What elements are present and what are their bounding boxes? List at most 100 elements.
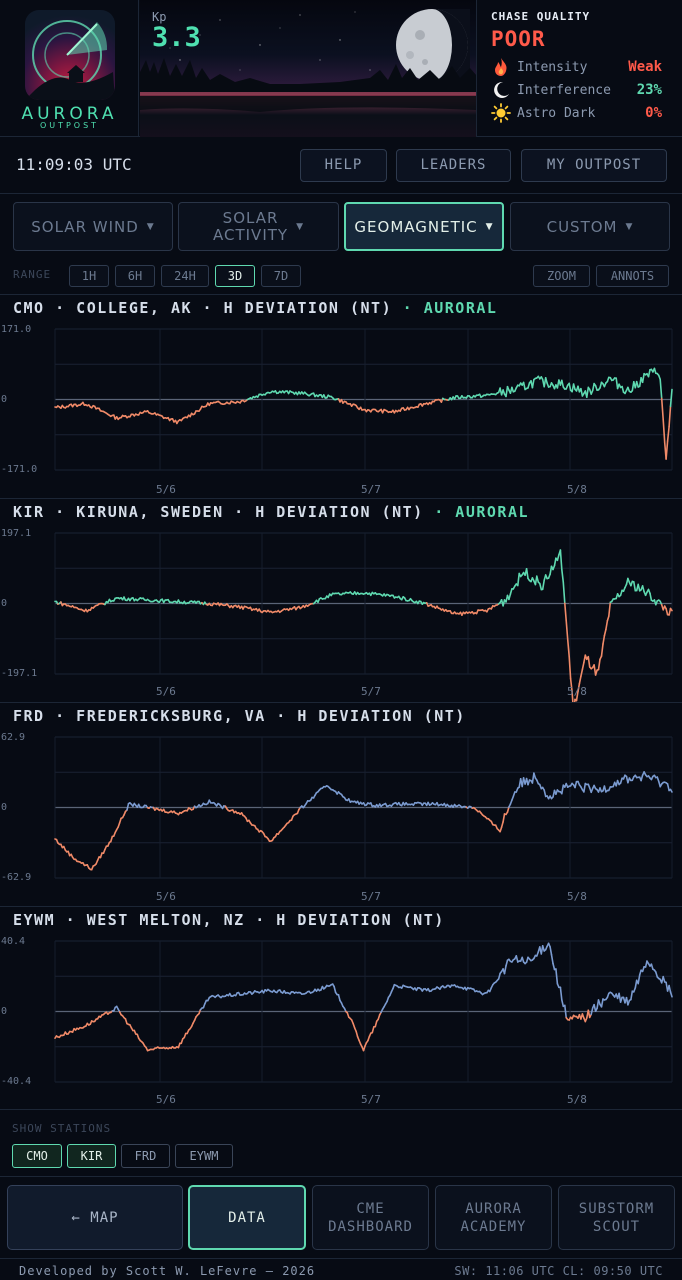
y-tick-label: -62.9 bbox=[1, 872, 32, 883]
help-button[interactable]: HELP bbox=[300, 149, 387, 182]
tab-solar-activity-line1: SOLAR bbox=[222, 208, 279, 227]
x-tick-label: 5/8 bbox=[567, 483, 587, 496]
range-3d-button[interactable]: 3D bbox=[215, 265, 255, 287]
series-line-segment bbox=[581, 661, 585, 671]
cme-dashboard-button[interactable]: CME DASHBOARD bbox=[312, 1185, 429, 1250]
series-line-segment bbox=[550, 953, 554, 965]
series-line-segment bbox=[560, 999, 565, 1008]
substorm-scout-line2: SCOUT bbox=[592, 1218, 641, 1235]
intensity-label: Intensity bbox=[517, 60, 588, 75]
tab-solar-activity[interactable]: SOLAR ACTIVITY ▼ bbox=[178, 202, 339, 251]
range-24h-button[interactable]: 24H bbox=[161, 265, 209, 287]
series-line-segment bbox=[580, 668, 584, 678]
range-6h-button[interactable]: 6H bbox=[115, 265, 155, 287]
series-line-segment bbox=[668, 405, 672, 428]
series-line-segment bbox=[666, 425, 670, 442]
series-line-segment bbox=[541, 579, 546, 591]
series-line-segment bbox=[665, 440, 669, 460]
show-stations-label: SHOW STATIONS bbox=[12, 1122, 112, 1135]
tab-custom[interactable]: CUSTOM ▼ bbox=[510, 202, 670, 251]
range-7d-button[interactable]: 7D bbox=[261, 265, 301, 287]
chart-cmo[interactable]: CMO · COLLEGE, AK · H DEVIATION (NT) · A… bbox=[0, 294, 682, 498]
series-line-segment bbox=[590, 1007, 594, 1016]
series-line-segment bbox=[621, 385, 625, 393]
series-line-segment bbox=[647, 369, 651, 378]
footer: Developed by Scott W. LeFevre — 2026 SW:… bbox=[0, 1258, 682, 1280]
series-line-segment bbox=[563, 602, 568, 622]
x-tick-label: 5/6 bbox=[156, 890, 176, 903]
station-toggle-eywm[interactable]: EYWM bbox=[175, 1144, 233, 1168]
station-toggle-cmo[interactable]: CMO bbox=[12, 1144, 62, 1168]
series-line-segment bbox=[660, 397, 665, 421]
series-line-segment bbox=[574, 780, 578, 789]
chart-kir[interactable]: KIR · KIRUNA, SWEDEN · H DEVIATION (NT) … bbox=[0, 498, 682, 703]
series-line-segment bbox=[505, 959, 509, 967]
cme-dashboard-label: CME DASHBOARD bbox=[328, 1200, 413, 1236]
series-line-segment bbox=[502, 813, 506, 823]
substorm-scout-button[interactable]: SUBSTORM SCOUT bbox=[558, 1185, 675, 1250]
chevron-down-icon: ▼ bbox=[625, 221, 634, 232]
series-line-segment bbox=[503, 964, 507, 975]
aurora-academy-button[interactable]: AURORA ACADEMY bbox=[435, 1185, 552, 1250]
x-tick-label: 5/7 bbox=[361, 1093, 381, 1106]
radar-logo-icon bbox=[25, 10, 115, 100]
series-line-segment bbox=[522, 381, 526, 391]
y-tick-label: 0 bbox=[1, 394, 8, 405]
astro-dark-label: Astro Dark bbox=[517, 106, 596, 121]
tab-solar-wind-label: SOLAR WIND bbox=[31, 217, 139, 236]
time-nav-bar: 11:09:03 UTC HELP LEADERS MY OUTPOST bbox=[0, 137, 682, 194]
astro-dark-row: Astro Dark 0% bbox=[491, 103, 676, 123]
tab-solar-activity-label: SOLAR ACTIVITY bbox=[213, 208, 288, 244]
chart-cmo-title-text: CMO · COLLEGE, AK · H DEVIATION (NT) bbox=[13, 299, 393, 317]
y-tick-label: -171.0 bbox=[1, 464, 38, 475]
chart-kir-title-text: KIR · KIRUNA, SWEDEN · H DEVIATION (NT) bbox=[13, 503, 424, 521]
header: AURORA OUTPOST Kp 3.3 CHASE QUALITY POOR bbox=[0, 0, 682, 137]
chart-eywm[interactable]: EYWM · WEST MELTON, NZ · H DEVIATION (NT… bbox=[0, 906, 682, 1109]
chart-frd-title: FRD · FREDERICKSBURG, VA · H DEVIATION (… bbox=[13, 707, 466, 725]
leaders-button[interactable]: LEADERS bbox=[396, 149, 511, 182]
my-outpost-button[interactable]: MY OUTPOST bbox=[521, 149, 667, 182]
series-line-segment bbox=[665, 607, 669, 616]
data-button[interactable]: DATA bbox=[188, 1185, 306, 1250]
series-line-segment bbox=[635, 380, 640, 388]
chart-kir-title: KIR · KIRUNA, SWEDEN · H DEVIATION (NT) … bbox=[13, 503, 529, 521]
chart-frd[interactable]: FRD · FREDERICKSBURG, VA · H DEVIATION (… bbox=[0, 702, 682, 906]
series-line-segment bbox=[572, 383, 576, 391]
sky-scene-illustration bbox=[140, 9, 476, 112]
y-tick-label: 0 bbox=[1, 598, 8, 609]
annotations-button[interactable]: ANNOTS bbox=[596, 265, 669, 287]
tab-geomagnetic[interactable]: GEOMAGNETIC ▼ bbox=[344, 202, 504, 251]
chart-kir-auroral-tag: · AURORAL bbox=[434, 503, 530, 521]
series-line-segment bbox=[600, 643, 604, 657]
chase-quality-panel[interactable]: CHASE QUALITY POOR Intensity Weak Interf… bbox=[480, 0, 682, 137]
utc-clock: 11:09:03 UTC bbox=[16, 155, 132, 174]
series-line-segment bbox=[603, 628, 607, 637]
y-tick-label: -197.1 bbox=[1, 668, 38, 679]
x-tick-label: 5/7 bbox=[361, 483, 381, 496]
series-line-segment bbox=[500, 821, 504, 828]
map-button[interactable]: ← MAP bbox=[7, 1185, 183, 1250]
cme-dashboard-line1: CME bbox=[356, 1200, 385, 1217]
series-line-segment bbox=[637, 583, 641, 592]
station-toggle-frd[interactable]: FRD bbox=[121, 1144, 170, 1168]
app-logo[interactable]: AURORA OUTPOST bbox=[0, 0, 139, 137]
series-line-segment bbox=[559, 549, 563, 571]
y-tick-label: 0 bbox=[1, 802, 8, 813]
intensity-value: Weak bbox=[628, 59, 662, 75]
x-tick-label: 5/8 bbox=[567, 1093, 587, 1106]
series-line-segment bbox=[641, 372, 645, 384]
substorm-scout-label: SUBSTORM SCOUT bbox=[579, 1200, 654, 1236]
range-1h-button[interactable]: 1H bbox=[69, 265, 109, 287]
series-line-segment bbox=[649, 592, 653, 601]
series-line-segment bbox=[509, 588, 513, 595]
chase-quality-value: POOR bbox=[491, 27, 546, 51]
chart-kir-plot bbox=[54, 532, 673, 703]
station-toggle-kir[interactable]: KIR bbox=[67, 1144, 116, 1168]
series-line-segment bbox=[525, 568, 529, 580]
aurora-academy-label: AURORA ACADEMY bbox=[460, 1200, 526, 1236]
range-label: RANGE bbox=[13, 268, 52, 281]
series-line-segment bbox=[668, 984, 672, 993]
tab-solar-wind[interactable]: SOLAR WIND ▼ bbox=[13, 202, 173, 251]
series-line-segment bbox=[602, 634, 606, 645]
zoom-button[interactable]: ZOOM bbox=[533, 265, 590, 287]
